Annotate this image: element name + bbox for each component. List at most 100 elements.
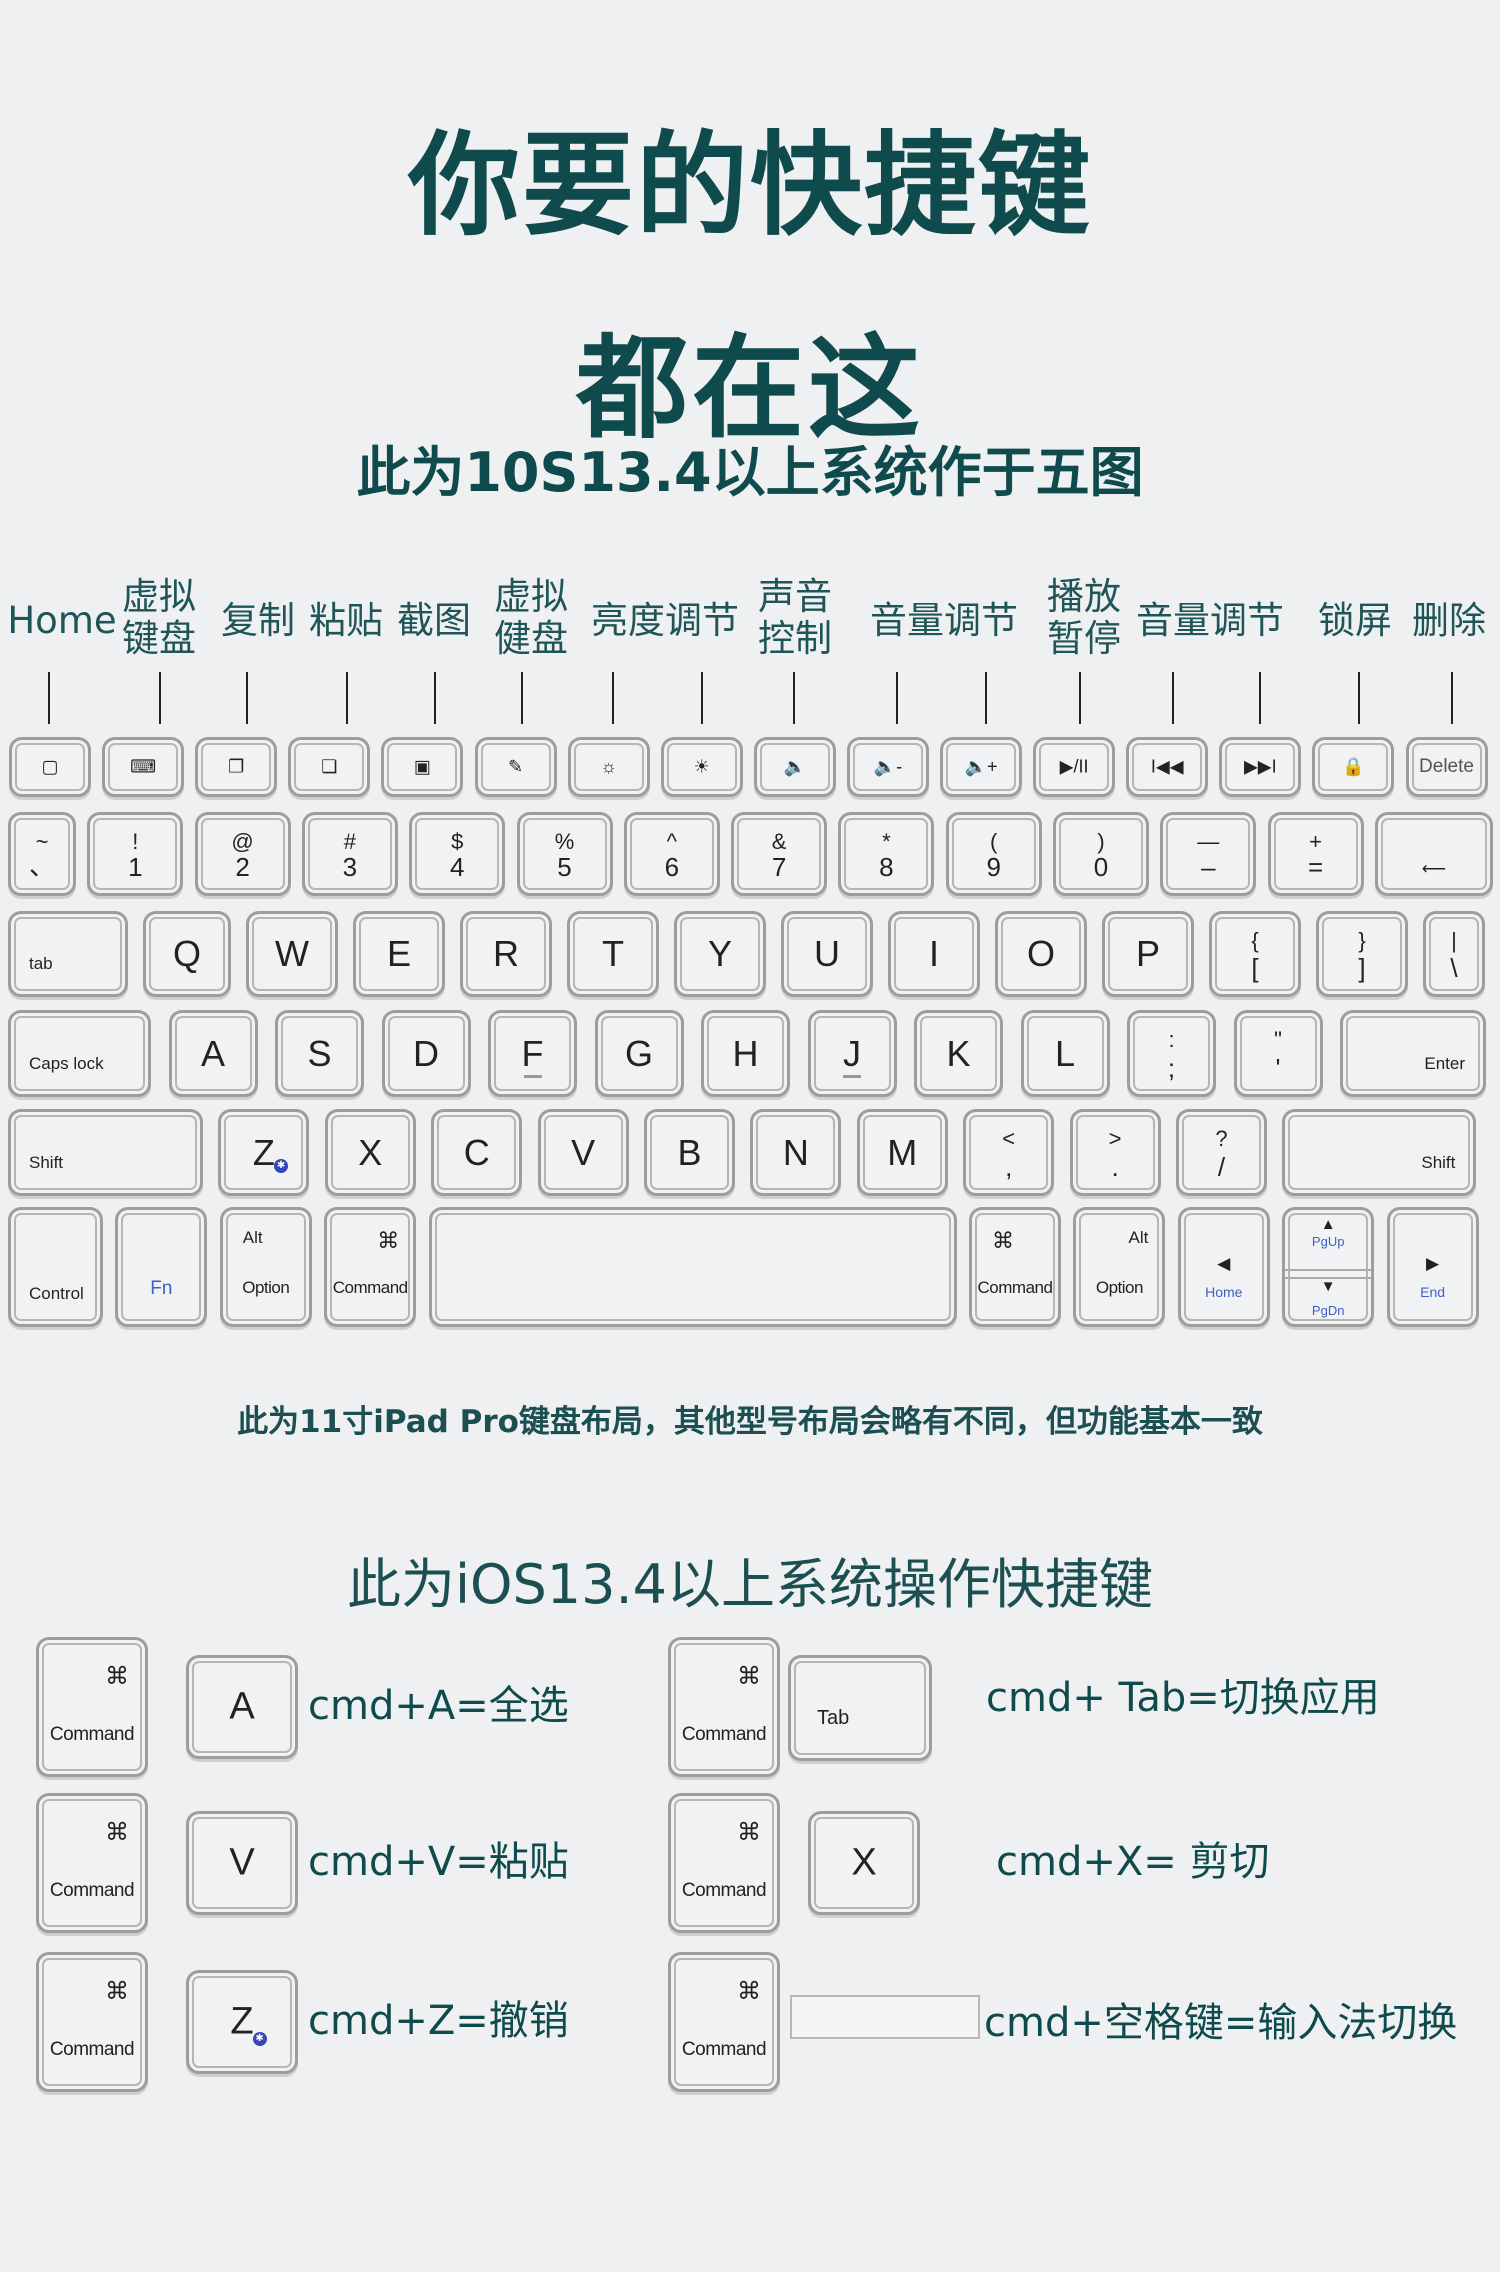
key-char: ;: [1167, 1053, 1176, 1083]
fn-key-volume-down[interactable]: 🔈-: [846, 737, 929, 797]
key-p[interactable]: P: [1102, 911, 1194, 997]
fn-key-play-pause[interactable]: ▶/II: [1033, 737, 1116, 797]
tab-key[interactable]: Tab: [788, 1655, 932, 1761]
shortcut-description: cmd+A=全选: [308, 1683, 569, 1729]
key--[interactable]: }]: [1316, 911, 1408, 997]
key-s[interactable]: S: [275, 1010, 364, 1097]
key-shift[interactable]: Shift: [8, 1109, 203, 1196]
fn-key-paste[interactable]: ❏: [288, 737, 371, 797]
key-1[interactable]: ! 1: [87, 812, 184, 896]
key--[interactable]: <,: [963, 1109, 1055, 1196]
key-o[interactable]: O: [995, 911, 1087, 997]
fn-key-virtual-keyboard-2[interactable]: ✎: [474, 737, 557, 797]
key-v[interactable]: V: [537, 1109, 629, 1196]
key-x[interactable]: X: [324, 1109, 416, 1196]
key-n[interactable]: N: [750, 1109, 842, 1196]
key-8[interactable]: * 8: [838, 812, 935, 896]
key--[interactable]: — –: [1160, 812, 1257, 896]
key-z[interactable]: Z ✱: [186, 1970, 298, 2074]
key--[interactable]: :;: [1127, 1010, 1216, 1097]
key-9[interactable]: (9: [945, 812, 1042, 896]
key--[interactable]: " ': [1233, 1010, 1323, 1097]
key-h[interactable]: H: [701, 1010, 790, 1097]
command-key[interactable]: ⌘ Command: [668, 1793, 780, 1933]
command-key[interactable]: ⌘ Command: [668, 1952, 780, 2092]
key-w[interactable]: W: [246, 911, 338, 997]
key-char: A: [200, 1032, 225, 1074]
key-key[interactable]: ▲ PgUp ▼ PgDn: [1282, 1207, 1375, 1327]
key-j[interactable]: J: [807, 1010, 897, 1097]
key-6[interactable]: ^ 6: [623, 812, 720, 896]
key--[interactable]: + =: [1267, 812, 1364, 896]
key-d[interactable]: D: [381, 1010, 471, 1097]
key-i[interactable]: I: [888, 911, 980, 997]
key-q[interactable]: Q: [143, 911, 231, 997]
space-key[interactable]: [790, 1995, 980, 2039]
key-y[interactable]: Y: [674, 911, 766, 997]
key-sublabel: PgUp: [1311, 1234, 1345, 1249]
key-home[interactable]: ◀ Home: [1177, 1207, 1270, 1327]
key-5[interactable]: % 5: [516, 812, 613, 896]
key-x[interactable]: X: [808, 1811, 920, 1915]
key-u[interactable]: U: [781, 911, 873, 997]
fn-key-copy[interactable]: ❐: [195, 737, 278, 797]
key-backspace[interactable]: ⟵: [1374, 812, 1493, 896]
key-7[interactable]: & 7: [731, 812, 828, 896]
key-option[interactable]: Alt Option: [219, 1207, 312, 1327]
key--[interactable]: {[: [1209, 911, 1301, 997]
key-char: L: [1054, 1032, 1076, 1074]
paste-icon: ❏: [321, 756, 338, 777]
key-control[interactable]: Control: [8, 1207, 103, 1327]
key-k[interactable]: K: [914, 1010, 1003, 1097]
key-space[interactable]: [428, 1207, 957, 1327]
key-e[interactable]: E: [353, 911, 445, 997]
key-z[interactable]: Z ✱: [218, 1109, 310, 1196]
command-key[interactable]: ⌘ Command: [36, 1793, 148, 1933]
key-caps-lock[interactable]: Caps lock: [8, 1010, 151, 1097]
key-v[interactable]: V: [186, 1811, 298, 1915]
key-3[interactable]: #3: [301, 812, 398, 896]
fn-key-virtual-keyboard[interactable]: ⌨: [102, 737, 185, 797]
key--[interactable]: ? /: [1176, 1109, 1267, 1196]
key-option[interactable]: Alt Option: [1073, 1207, 1166, 1327]
key-t[interactable]: T: [567, 911, 659, 997]
key-fn[interactable]: Fn: [115, 1207, 208, 1327]
key-char: [: [1251, 953, 1259, 983]
key-command[interactable]: ⌘ Command: [324, 1207, 417, 1327]
key-2[interactable]: @2: [194, 812, 291, 896]
key-a[interactable]: A: [186, 1655, 298, 1759]
fn-key-brightness-up[interactable]: ☀: [660, 737, 743, 797]
key-f[interactable]: F: [488, 1010, 577, 1097]
fn-key-screenshot[interactable]: ▣: [381, 737, 464, 797]
key-r[interactable]: R: [460, 911, 552, 997]
key-command[interactable]: ⌘ Command: [969, 1207, 1061, 1327]
key--[interactable]: >.: [1069, 1109, 1161, 1196]
key-g[interactable]: G: [594, 1010, 684, 1097]
key-l[interactable]: L: [1020, 1010, 1110, 1097]
fn-key-next-track[interactable]: ▶▶I: [1219, 737, 1302, 797]
home-bump: [843, 1075, 861, 1078]
key-a[interactable]: A: [168, 1010, 258, 1097]
key--[interactable]: ~、: [8, 812, 76, 896]
fn-key-previous-track[interactable]: I◀◀: [1126, 737, 1209, 797]
key-c[interactable]: C: [431, 1109, 523, 1196]
key-b[interactable]: B: [644, 1109, 735, 1196]
key-tab[interactable]: tab: [8, 911, 128, 997]
key-4[interactable]: $4: [409, 812, 506, 896]
fn-key-brightness-down[interactable]: ☼: [567, 737, 650, 797]
command-key[interactable]: ⌘ Command: [36, 1952, 148, 2092]
key--[interactable]: | \: [1423, 911, 1485, 997]
command-key[interactable]: ⌘ Command: [36, 1637, 148, 1777]
fn-key-delete[interactable]: Delete: [1405, 737, 1488, 797]
fn-key-lock[interactable]: 🔒: [1312, 737, 1395, 797]
key-enter[interactable]: Enter: [1340, 1010, 1486, 1097]
key-end[interactable]: ▶ End: [1386, 1207, 1479, 1327]
fn-key-mute[interactable]: 🔈: [753, 737, 836, 797]
key-label: Tab: [817, 1707, 850, 1729]
fn-key-home[interactable]: ▢: [9, 737, 91, 797]
command-key[interactable]: ⌘ Command: [668, 1637, 780, 1777]
key-m[interactable]: M: [856, 1109, 948, 1196]
fn-key-volume-up[interactable]: 🔈+: [940, 737, 1022, 797]
key-0[interactable]: ) 0: [1053, 812, 1149, 896]
key-shift[interactable]: Shift: [1282, 1109, 1477, 1196]
